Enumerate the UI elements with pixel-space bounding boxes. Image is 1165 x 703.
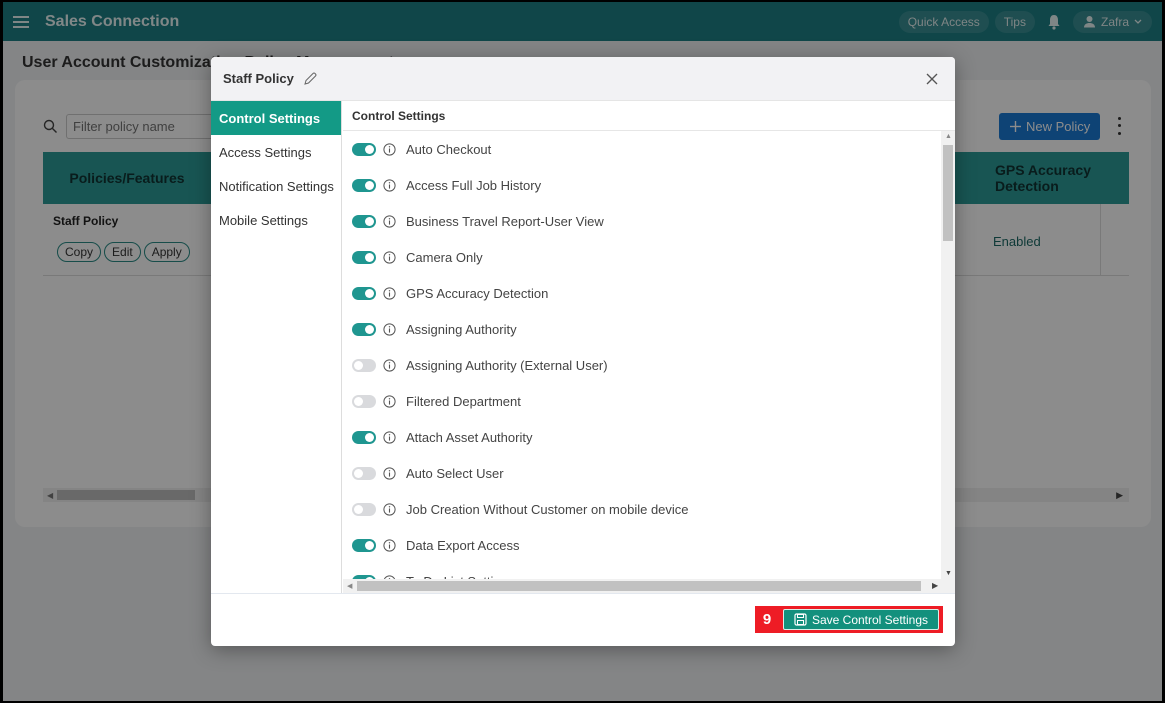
scrollbar-thumb[interactable] — [943, 145, 953, 241]
toggle-switch[interactable] — [352, 322, 376, 336]
nav-mobile-settings[interactable]: Mobile Settings — [211, 203, 341, 237]
toggle-switch[interactable] — [352, 466, 376, 480]
setting-row: Business Travel Report-User View — [343, 203, 941, 239]
toggle-knob — [365, 144, 374, 154]
edit-pencil-icon[interactable] — [302, 71, 318, 87]
setting-label: Job Creation Without Customer on mobile … — [406, 501, 689, 517]
info-icon[interactable] — [383, 250, 396, 264]
info-icon[interactable] — [383, 286, 396, 300]
toggle-switch[interactable] — [352, 394, 376, 408]
close-icon — [926, 73, 938, 84]
setting-row: Auto Checkout — [343, 131, 941, 167]
toggle-switch[interactable] — [352, 502, 376, 516]
setting-label: Assigning Authority (External User) — [406, 357, 608, 373]
scroll-right-icon[interactable]: ▶ — [932, 581, 938, 590]
setting-label: Auto Checkout — [406, 141, 492, 157]
modal-header: Staff Policy — [211, 57, 955, 101]
setting-row: Data Export Access — [343, 527, 941, 563]
info-icon[interactable] — [383, 178, 396, 192]
setting-label: Attach Asset Authority — [406, 429, 533, 445]
scroll-up-icon[interactable]: ▲ — [945, 133, 952, 140]
info-icon[interactable] — [383, 538, 396, 552]
app-window: Sales Connection Quick Access Tips Zafra… — [3, 2, 1162, 701]
setting-row: Assigning Authority (External User) — [343, 347, 941, 383]
setting-label: Filtered Department — [406, 393, 521, 409]
section-title: Control Settings — [343, 101, 955, 131]
nav-notification-settings[interactable]: Notification Settings — [211, 169, 341, 203]
setting-row: Access Full Job History — [343, 167, 941, 203]
nav-control-settings[interactable]: Control Settings — [211, 101, 341, 135]
toggle-switch[interactable] — [352, 142, 376, 156]
modal-footer: 9 Save Control Settings — [211, 593, 955, 646]
setting-label: Camera Only — [406, 249, 483, 265]
toggle-switch[interactable] — [352, 178, 376, 192]
scroll-down-icon[interactable]: ▼ — [945, 570, 952, 577]
setting-row: Assigning Authority — [343, 311, 941, 347]
toggle-switch[interactable] — [352, 286, 376, 300]
info-icon[interactable] — [383, 502, 396, 516]
toggle-knob — [365, 288, 374, 298]
info-icon[interactable] — [383, 430, 396, 444]
highlight-box: Save Control Settings — [779, 606, 943, 633]
save-control-settings-button[interactable]: Save Control Settings — [783, 609, 939, 630]
toggle-switch[interactable] — [352, 250, 376, 264]
setting-label: Data Export Access — [406, 537, 520, 553]
policy-modal: Staff Policy Control Settings Access Set… — [211, 57, 955, 646]
setting-row: Filtered Department — [343, 383, 941, 419]
toggle-knob — [365, 324, 374, 334]
info-icon[interactable] — [383, 466, 396, 480]
setting-row: To Do List Settings — [343, 563, 941, 579]
toggle-knob — [365, 540, 374, 550]
info-icon[interactable] — [383, 142, 396, 156]
setting-row: GPS Accuracy Detection — [343, 275, 941, 311]
setting-row: Auto Select User — [343, 455, 941, 491]
save-label: Save Control Settings — [811, 612, 929, 627]
settings-nav: Control Settings Access Settings Notific… — [211, 101, 342, 593]
toggle-switch[interactable] — [352, 538, 376, 552]
info-icon[interactable] — [383, 394, 396, 408]
setting-label: GPS Accuracy Detection — [406, 285, 549, 301]
info-icon[interactable] — [383, 322, 396, 336]
toggle-knob — [354, 360, 363, 370]
toggle-knob — [354, 504, 363, 514]
toggle-switch[interactable] — [352, 358, 376, 372]
scroll-left-icon[interactable]: ◀ — [347, 582, 352, 590]
setting-label: Auto Select User — [406, 465, 504, 481]
nav-access-settings[interactable]: Access Settings — [211, 135, 341, 169]
setting-row: Attach Asset Authority — [343, 419, 941, 455]
info-icon[interactable] — [383, 214, 396, 228]
toggle-knob — [365, 180, 374, 190]
setting-label: Assigning Authority — [406, 321, 517, 337]
info-icon[interactable] — [383, 358, 396, 372]
scrollbar-thumb[interactable] — [357, 581, 921, 591]
setting-label: Access Full Job History — [406, 177, 542, 193]
save-icon — [794, 613, 807, 626]
close-button[interactable] — [921, 68, 943, 90]
toggle-knob — [354, 396, 363, 406]
modal-title: Staff Policy — [223, 71, 294, 86]
toggle-switch[interactable] — [352, 214, 376, 228]
toggle-knob — [354, 468, 363, 478]
settings-vertical-scrollbar[interactable]: ▲ ▼ — [941, 131, 955, 579]
toggle-knob — [365, 432, 374, 442]
settings-horizontal-scrollbar[interactable]: ◀ ▶ — [343, 579, 955, 593]
toggle-knob — [365, 252, 374, 262]
settings-list: Auto Checkout Access Full Job History Busi… — [343, 131, 941, 579]
settings-content: Control Settings Auto Checkout Access Ful… — [343, 101, 955, 593]
setting-label: Business Travel Report-User View — [406, 213, 604, 229]
setting-row: Job Creation Without Customer on mobile … — [343, 491, 941, 527]
setting-row: Camera Only — [343, 239, 941, 275]
step-badge: 9 — [755, 606, 779, 633]
toggle-switch[interactable] — [352, 430, 376, 444]
toggle-knob — [365, 216, 374, 226]
